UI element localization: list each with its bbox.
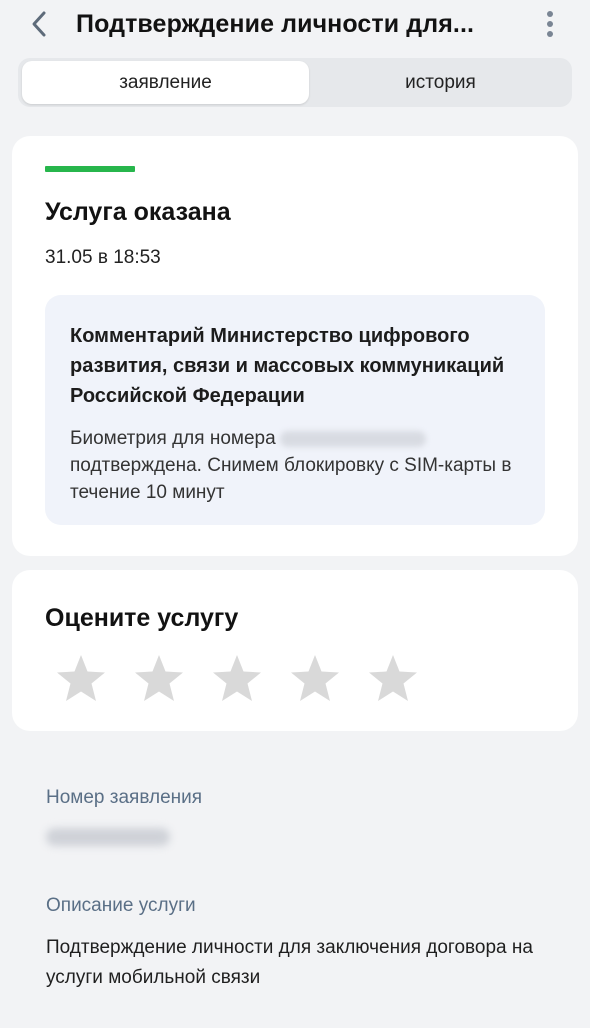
page-title: Подтверждение личности для... [76,10,475,38]
chevron-left-icon [32,11,46,37]
star-icon[interactable] [366,652,420,706]
tab-history[interactable]: история [309,61,572,104]
application-number-label: Номер заявления [46,787,203,808]
comment-title: Комментарий Министерство цифрового разви… [70,325,505,407]
star-icon[interactable] [288,652,342,706]
comment-text-start: Биометрия для номера [70,428,276,449]
status-title: Услуга оказана [45,198,231,226]
rating-title: Оцените услугу [45,604,239,632]
comment-text: Биометрия для номера подтверждена. Снимем… [70,425,525,506]
tab-application[interactable]: заявление [22,61,309,104]
status-date: 31.05 в 18:53 [45,247,161,268]
redacted-application-number [46,828,170,846]
star-rating [54,652,434,706]
ministry-comment: Комментарий Министерство цифрового разви… [45,295,545,525]
service-description: Подтверждение личности для заключения до… [46,937,533,988]
status-indicator [45,166,135,172]
top-bar: Подтверждение личности для... [0,0,590,52]
more-menu-button[interactable] [538,8,562,42]
star-icon[interactable] [132,652,186,706]
service-description-label: Описание услуги [46,895,196,916]
back-button[interactable] [22,6,58,42]
status-card: Услуга оказана 31.05 в 18:53 Комментарий… [12,136,578,556]
redacted-phone-number [279,430,426,447]
star-icon[interactable] [210,652,264,706]
rating-card: Оцените услугу [12,570,578,731]
tab-bar: заявление история [18,58,572,107]
more-vertical-icon [547,11,553,37]
star-icon[interactable] [54,652,108,706]
comment-text-end: подтверждена. Снимем блокировку с SIM-ка… [70,455,512,503]
